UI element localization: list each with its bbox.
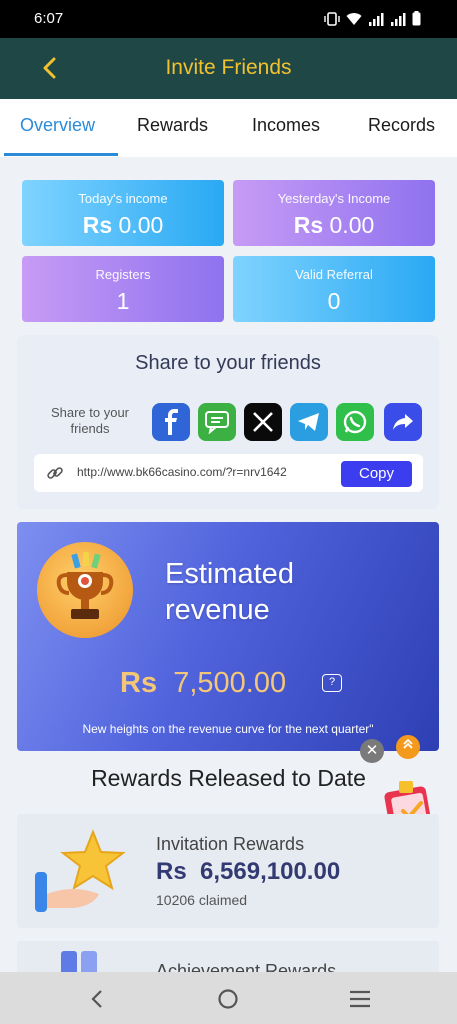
close-icon[interactable]: ✕ — [360, 739, 384, 763]
todays-income-card: Today's income Rs 0.00 — [22, 180, 224, 246]
reward-value: 6,569,100.00 — [200, 858, 341, 885]
nav-recents-icon[interactable] — [347, 986, 373, 1012]
stat-label: Yesterday's Income — [277, 191, 391, 206]
message-icon[interactable] — [198, 403, 236, 441]
link-icon — [46, 464, 64, 487]
status-icons — [324, 11, 421, 31]
telegram-icon[interactable] — [290, 403, 328, 441]
stat-label: Valid Referral — [295, 267, 373, 282]
signal-icon-2 — [390, 12, 406, 31]
invite-link-box: http://www.bk66casino.com/?r=nrv1642 Cop… — [34, 454, 423, 492]
nav-home-icon[interactable] — [215, 986, 241, 1012]
stat-value: Rs 0.00 — [233, 212, 435, 239]
scroll-top-icon[interactable] — [396, 735, 420, 759]
trophy-icon — [37, 542, 133, 638]
revenue-note: New heights on the revenue curve for the… — [82, 722, 374, 736]
app-header: Invite Friends — [0, 38, 457, 99]
reward-label: Invitation Rewards — [156, 834, 305, 854]
tab-incomes[interactable]: Incomes — [252, 115, 320, 136]
valid-referral-card: Valid Referral 0 — [233, 256, 435, 322]
battery-icon — [412, 11, 421, 31]
stat-value: Rs 0.00 — [22, 212, 224, 239]
share-card: Share to your friends Share to your frie… — [17, 335, 439, 509]
achievement-rewards-card[interactable]: Achievement Rewards — [17, 941, 439, 972]
stat-value: 1 — [116, 288, 130, 314]
stat-label: Today's income — [78, 191, 168, 206]
stat-amount: 0.00 — [118, 212, 164, 238]
facebook-icon[interactable] — [152, 403, 190, 441]
tab-active-indicator — [4, 153, 118, 156]
wifi-icon — [346, 12, 362, 31]
page-title: Invite Friends — [165, 56, 292, 79]
vibrate-icon — [324, 12, 340, 31]
registers-card: Registers 1 — [22, 256, 224, 322]
main-content[interactable]: Today's income Rs 0.00 Yesterday's Incom… — [0, 157, 457, 972]
tab-records[interactable]: Records — [368, 115, 435, 136]
tab-overview[interactable]: Overview — [20, 115, 95, 136]
revenue-value: 7,500.00 — [173, 667, 287, 699]
currency-label: Rs — [120, 667, 158, 699]
estimated-revenue-card: Estimated revenue Rs 7,500.00 ? New heig… — [17, 522, 439, 751]
currency-label: Rs — [293, 212, 324, 238]
stat-label: Registers — [95, 267, 151, 282]
system-nav-bar — [0, 972, 457, 1024]
currency-label: Rs — [156, 858, 187, 885]
reward-amount: Rs 6,569,100.00 — [156, 858, 340, 886]
share-subtitle: Share to your friends — [50, 405, 130, 436]
reward-label: Achievement Rewards — [156, 961, 337, 972]
stat-amount: 0.00 — [329, 212, 375, 238]
revenue-title: Estimated revenue — [165, 558, 294, 626]
whatsapp-icon[interactable] — [336, 403, 374, 441]
copy-button[interactable]: Copy — [341, 461, 412, 487]
share-icon[interactable] — [384, 403, 422, 441]
reward-claimed: 10206 claimed — [156, 892, 248, 908]
achievement-icon — [61, 951, 101, 972]
tab-rewards[interactable]: Rewards — [137, 115, 208, 136]
nav-back-icon[interactable] — [84, 986, 110, 1012]
share-title: Share to your friends — [135, 352, 321, 374]
currency-label: Rs — [82, 212, 113, 238]
status-bar: 6:07 — [0, 0, 457, 38]
invitation-rewards-card[interactable]: Invitation Rewards Rs 6,569,100.00 10206… — [17, 814, 439, 928]
stat-value: 0 — [327, 288, 341, 314]
help-icon[interactable]: ? — [322, 674, 342, 692]
x-icon[interactable] — [244, 403, 282, 441]
yesterdays-income-card: Yesterday's Income Rs 0.00 — [233, 180, 435, 246]
signal-icon — [368, 12, 384, 31]
status-time: 6:07 — [34, 10, 64, 27]
star-hand-icon — [33, 828, 133, 923]
tab-bar: Overview Rewards Incomes Records — [0, 99, 457, 157]
revenue-amount: Rs 7,500.00 — [120, 667, 286, 700]
invite-link-text: http://www.bk66casino.com/?r=nrv1642 — [77, 465, 287, 479]
